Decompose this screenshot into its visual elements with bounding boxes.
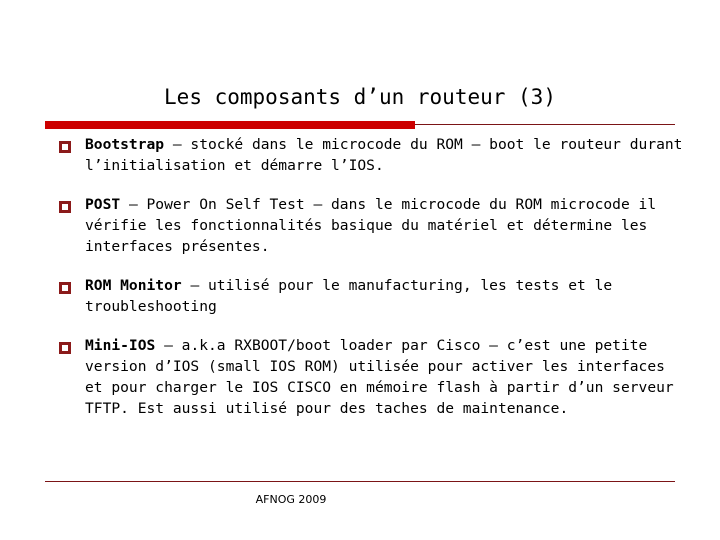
list-item: Mini-IOS – a.k.a RXBOOT/boot loader par … (45, 335, 685, 419)
list-item-text: POST – Power On Self Test – dans le micr… (85, 194, 685, 257)
list-item-lead: POST (85, 196, 121, 213)
title-divider-accent-bar (45, 121, 415, 129)
list-item-lead: ROM Monitor (85, 277, 182, 294)
footer-label: AFNOG 2009 (255, 493, 327, 506)
list-item-text: ROM Monitor – utilisé pour le manufactur… (85, 275, 685, 317)
square-bullet-icon (59, 282, 71, 294)
bullet-list: Bootstrap – stocké dans le microcode du … (45, 134, 685, 437)
list-item-lead: Mini-IOS (85, 337, 156, 354)
list-item-body: – a.k.a RXBOOT/boot loader par Cisco – c… (85, 337, 683, 417)
slide-canvas: Les composants d’un routeur (3) Bootstra… (0, 0, 720, 540)
square-bullet-icon (59, 342, 71, 354)
list-item-body: – stocké dans le microcode du ROM – boot… (85, 136, 692, 174)
list-item-body: – Power On Self Test – dans le microcode… (85, 196, 665, 255)
square-bullet-icon (59, 201, 71, 213)
footer-divider (45, 481, 675, 482)
list-item-lead: Bootstrap (85, 136, 165, 153)
list-item-text: Bootstrap – stocké dans le microcode du … (85, 134, 685, 176)
list-item: Bootstrap – stocké dans le microcode du … (45, 134, 685, 176)
list-item: ROM Monitor – utilisé pour le manufactur… (45, 275, 685, 317)
list-item: POST – Power On Self Test – dans le micr… (45, 194, 685, 257)
square-bullet-icon (59, 141, 71, 153)
list-item-text: Mini-IOS – a.k.a RXBOOT/boot loader par … (85, 335, 685, 419)
page-title: Les composants d’un routeur (3) (164, 85, 556, 109)
